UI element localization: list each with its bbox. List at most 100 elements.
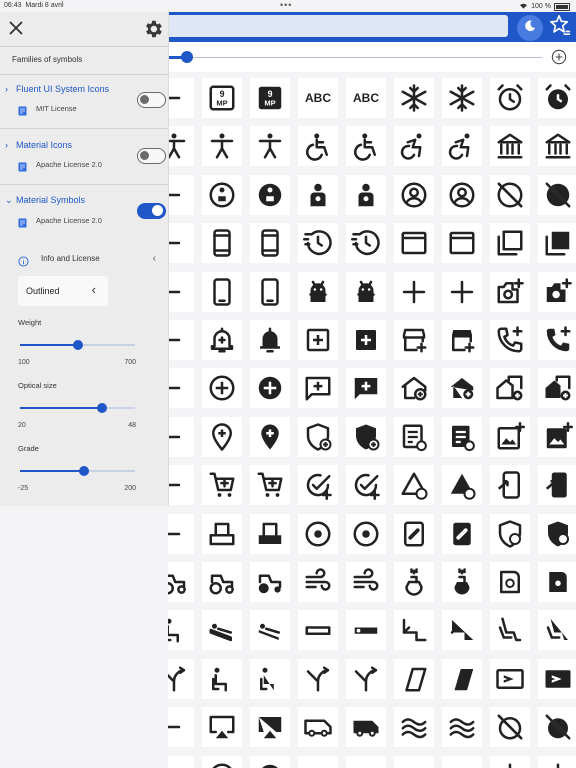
icon-cell[interactable]: ABC	[298, 78, 338, 118]
icon-cell-alarm-off[interactable]	[490, 707, 530, 748]
icon-cell-accessible[interactable]	[298, 126, 338, 167]
info-and-license-row[interactable]: Info and License ‹	[18, 253, 160, 267]
icon-cell-add-comment-filled[interactable]	[346, 368, 386, 409]
icon-cell-add-notes-filled[interactable]	[442, 416, 482, 457]
icon-cell-add-card-partial[interactable]	[168, 368, 194, 409]
expand-chevron-icon[interactable]: ›	[5, 84, 8, 94]
icon-cell-add-a-photo[interactable]	[490, 271, 530, 312]
icon-cell-account-circle-off[interactable]	[490, 174, 530, 215]
icon-cell-accessible-forward[interactable]	[442, 126, 482, 167]
icon-cell-airwave[interactable]	[442, 707, 482, 748]
icon-cell-seat-flat-filled[interactable]	[346, 610, 386, 651]
icon-cell-adjust-filled[interactable]	[346, 513, 386, 554]
icon-cell-agriculture[interactable]	[202, 562, 242, 602]
icon-cell-add-alert-filled[interactable]	[250, 320, 290, 360]
icon-cell-library[interactable]	[490, 223, 530, 264]
icon-cell-add-triangle[interactable]	[394, 465, 434, 506]
icon-cell-airline-seat-partial[interactable]	[168, 610, 194, 651]
icon-cell-phone-android[interactable]	[250, 271, 290, 312]
icon-cell-manage-history[interactable]	[298, 223, 338, 264]
icon-cell-add-to-mobile[interactable]	[490, 465, 530, 506]
icon-cell-airplay[interactable]	[202, 707, 242, 748]
icon-cell-playlist-add-partial[interactable]	[168, 465, 194, 506]
icon-cell-airplanemode-partial[interactable]	[168, 707, 194, 748]
optical-size-slider-thumb[interactable]	[97, 403, 108, 413]
icon-cell-add-home-work-filled[interactable]	[538, 368, 576, 409]
icon-cell-admin-meds[interactable]	[394, 513, 434, 554]
icon-cell-album-filled[interactable]	[250, 755, 290, 768]
weight-slider-thumb[interactable]	[72, 340, 83, 350]
optical-size-slider[interactable]	[20, 403, 135, 413]
icon-cell-add-circle[interactable]	[202, 368, 242, 409]
icon-cell-add[interactable]	[442, 271, 482, 312]
icon-cell-add-comment[interactable]	[298, 368, 338, 409]
icon-cell-library-filled[interactable]	[538, 223, 576, 264]
icon-cell-add-circle-filled[interactable]	[250, 368, 290, 409]
icon-cell-adjust[interactable]	[298, 513, 338, 554]
icon-cell-air-freshener-filled[interactable]	[442, 562, 482, 602]
style-select[interactable]: Outlined ‹	[18, 276, 108, 306]
icon-cell-account-circle[interactable]	[442, 174, 482, 215]
family-title-material-symbols[interactable]: Material Symbols	[16, 195, 85, 205]
icon-cell-account-circle-off-filled[interactable]	[538, 174, 576, 215]
icon-cell-seat-recline[interactable]	[490, 610, 530, 651]
icon-cell-airline-stops[interactable]	[346, 658, 386, 699]
icon-cell-agriculture-filled[interactable]	[250, 562, 290, 602]
icon-cell-phone-android[interactable]	[202, 271, 242, 312]
icon-cell-alarm-off-filled[interactable]	[538, 707, 576, 748]
icon-cell-seat-flat-angled[interactable]	[202, 610, 242, 651]
icon-cell-align-bottom[interactable]	[394, 755, 434, 768]
icon-cell-account-balance[interactable]	[490, 126, 530, 167]
icon-cell-accessibility-partial[interactable]	[168, 126, 194, 167]
icon-cell-align-vertical[interactable]	[490, 755, 530, 768]
icon-cell-add-photo[interactable]	[490, 416, 530, 457]
icon-cell-android[interactable]	[298, 271, 338, 312]
size-slider-track[interactable]	[182, 57, 542, 58]
icon-cell-album[interactable]	[202, 755, 242, 768]
toggle-fluent[interactable]	[137, 92, 166, 108]
icon-cell-accessibility[interactable]	[202, 126, 242, 167]
icon-cell-agriculture-partial[interactable]	[168, 562, 194, 602]
icon-cell-ad-units[interactable]	[250, 223, 290, 264]
icon-cell-add[interactable]	[394, 271, 434, 312]
gear-icon[interactable]	[142, 18, 164, 40]
icon-cell-add-to-mobile-filled[interactable]	[538, 465, 576, 506]
icon-cell-ad-units[interactable]	[202, 223, 242, 264]
icon-cell-android[interactable]	[346, 271, 386, 312]
icon-cell-accessible-forward[interactable]	[394, 126, 434, 167]
icon-cell-add-home-filled[interactable]	[442, 368, 482, 409]
icon-cell-admin-panel-filled[interactable]	[538, 513, 576, 554]
icon-cell-add-moderator[interactable]	[298, 416, 338, 457]
weight-slider[interactable]	[20, 340, 135, 350]
icon-cell-web-asset[interactable]	[442, 223, 482, 264]
icon-cell-add-link-partial[interactable]	[168, 416, 194, 457]
icon-cell-add-business[interactable]	[394, 320, 434, 360]
icon-cell-alarm-filled[interactable]	[538, 78, 576, 118]
icon-cell-add-shopping-cart[interactable]	[202, 465, 242, 506]
icon-cell-adf-scanner[interactable]	[202, 513, 242, 554]
icon-cell-seat-flat[interactable]	[298, 610, 338, 651]
icon-cell-airlines-filled[interactable]	[442, 658, 482, 699]
icon-cell-add-notes[interactable]	[394, 416, 434, 457]
icon-cell-add-call[interactable]	[490, 320, 530, 360]
icon-cell-add-photo-filled[interactable]	[538, 416, 576, 457]
icon-cell[interactable]: ABC	[346, 78, 386, 118]
icon-cell-add-triangle-filled[interactable]	[442, 465, 482, 506]
toggle-material-symbols[interactable]	[137, 203, 166, 219]
size-slider-thumb[interactable]	[181, 51, 194, 63]
icon-cell-account-box-partial[interactable]	[168, 174, 194, 215]
icon-cell-add-task[interactable]	[346, 465, 386, 506]
icon-cell-keypad-partial[interactable]	[168, 78, 194, 118]
icon-cell-accessible[interactable]	[346, 126, 386, 167]
toggle-material-icons[interactable]	[137, 148, 166, 164]
close-icon[interactable]	[8, 20, 24, 36]
icon-cell-account-circle[interactable]	[394, 174, 434, 215]
icon-cell-seat-legroom[interactable]	[394, 610, 434, 651]
family-title-fluent[interactable]: Fluent UI System Icons	[16, 84, 109, 94]
collapse-chevron-icon[interactable]: ⌄	[5, 195, 13, 206]
icon-cell-align-center[interactable]	[346, 755, 386, 768]
favorites-button[interactable]	[548, 14, 572, 39]
icon-cell-add-location[interactable]	[202, 416, 242, 457]
icon-cell-airline-stops-partial[interactable]	[168, 658, 194, 699]
icon-cell-airplay-filled[interactable]	[250, 707, 290, 748]
